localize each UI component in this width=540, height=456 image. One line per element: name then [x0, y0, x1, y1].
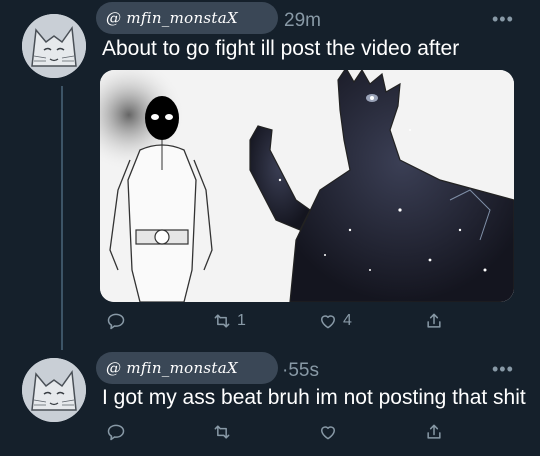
- avatar[interactable]: [22, 358, 86, 422]
- tweet-text: About to go fight ill post the video aft…: [102, 37, 460, 60]
- tweet-actions: 1 4: [100, 307, 450, 335]
- avatar[interactable]: [22, 14, 86, 78]
- avatar-cat-image: [22, 358, 86, 422]
- retweet-icon: [214, 425, 230, 439]
- like-count: 4: [343, 312, 352, 329]
- tweet-time[interactable]: 29m: [284, 10, 321, 32]
- reply-icon: [107, 313, 125, 330]
- reply-icon: [107, 424, 125, 441]
- share-icon: [427, 424, 441, 439]
- more-options-icon[interactable]: •••: [492, 360, 514, 378]
- retweet-count: 1: [237, 312, 246, 329]
- thread-line: [61, 86, 63, 350]
- retweet-button[interactable]: 1: [212, 307, 246, 335]
- handle-label[interactable]: @ mfin_monstaX: [96, 2, 278, 34]
- reply-button[interactable]: [106, 307, 131, 335]
- retweet-icon: [214, 314, 230, 328]
- tweet-media-image[interactable]: [100, 70, 514, 302]
- tweet-actions: [100, 418, 450, 446]
- reply-button[interactable]: [106, 418, 131, 446]
- heart-icon: [321, 426, 335, 440]
- tweet-time[interactable]: ·55s: [282, 360, 319, 382]
- retweet-button[interactable]: [212, 418, 237, 446]
- share-button[interactable]: [424, 418, 444, 446]
- tweet-2[interactable]: @ mfin_monstaX ·55s ••• I got my ass bea…: [0, 350, 540, 456]
- like-button[interactable]: 4: [318, 307, 352, 335]
- heart-icon: [321, 315, 335, 329]
- avatar-cat-image: [22, 14, 86, 78]
- handle-label[interactable]: @ mfin_monstaX: [96, 352, 278, 384]
- more-options-icon[interactable]: •••: [492, 10, 514, 28]
- share-button[interactable]: [424, 307, 444, 335]
- tweet-text: I got my ass beat bruh im not posting th…: [102, 386, 526, 409]
- anime-drawing-image: [100, 70, 514, 302]
- tweet-1[interactable]: @ mfin_monstaX 29m ••• About to go fight…: [0, 0, 540, 350]
- like-button[interactable]: [318, 418, 343, 446]
- share-icon: [427, 313, 441, 328]
